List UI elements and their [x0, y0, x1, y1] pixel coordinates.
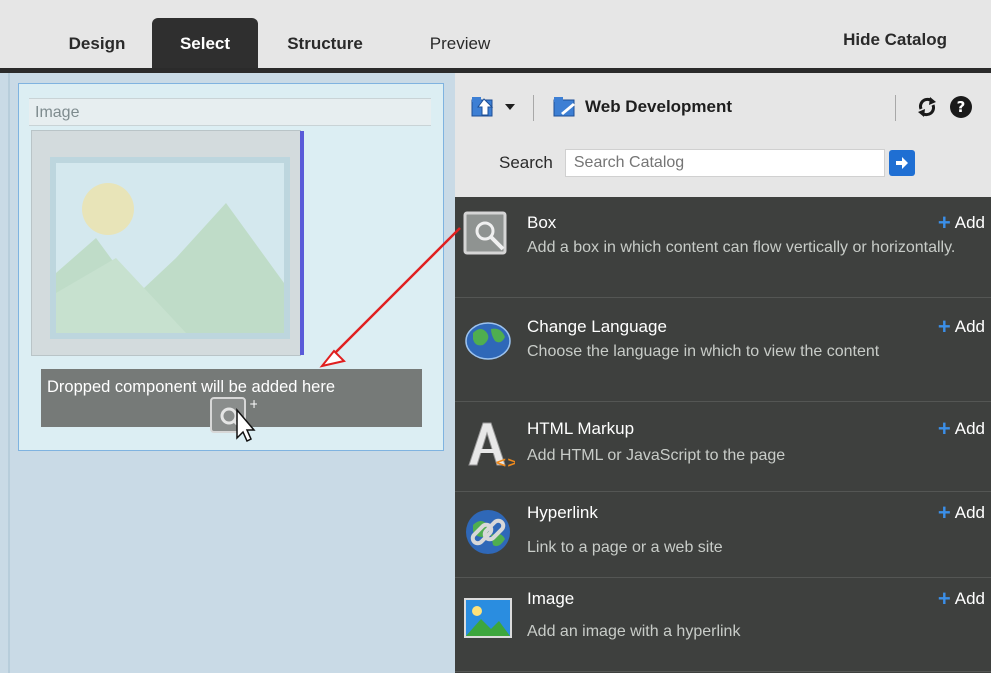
- plus-icon: +: [937, 500, 951, 525]
- image-icon: [464, 598, 512, 638]
- folder-icon: [553, 97, 575, 117]
- catalog-search-row: Search: [499, 145, 915, 181]
- box-wrench-icon: [463, 211, 507, 255]
- chevron-down-icon: [505, 104, 515, 110]
- catalog-item-description: Add a box in which content can flow vert…: [527, 239, 956, 256]
- catalog-item-image[interactable]: Image Add an image with a hyperlink + Add: [455, 579, 991, 672]
- catalog-toolbar: Web Development ?: [463, 89, 983, 125]
- refresh-icon: [918, 97, 936, 117]
- plus-icon: +: [937, 210, 951, 235]
- folder-dropdown-button[interactable]: [503, 91, 517, 123]
- drag-proxy: +: [209, 396, 259, 443]
- catalog-item-description: Link to a page or a web site: [527, 539, 723, 556]
- plus-icon: +: [937, 416, 951, 441]
- svg-text:+: +: [249, 397, 257, 411]
- arrow-right-icon: [895, 157, 908, 169]
- hyperlink-globe-icon: [466, 510, 510, 554]
- folder-up-icon: [471, 97, 494, 117]
- catalog-panel-header: Web Development ? Search: [455, 73, 991, 197]
- catalog-item-change-language[interactable]: Change Language Choose the language in w…: [455, 301, 991, 402]
- add-button[interactable]: + Add: [937, 500, 985, 525]
- catalog-item-hyperlink[interactable]: Hyperlink Link to a page or a web site +…: [455, 493, 991, 578]
- add-label: Add: [954, 589, 985, 608]
- search-go-button[interactable]: [888, 150, 915, 176]
- catalog-item-title: Image: [527, 589, 575, 608]
- toolbar-separator: [895, 95, 896, 121]
- refresh-button[interactable]: [915, 91, 939, 123]
- add-button[interactable]: + Add: [937, 210, 985, 235]
- catalog-item-description: Choose the language in which to view the…: [527, 343, 880, 360]
- add-label: Add: [954, 317, 985, 336]
- search-input[interactable]: [564, 149, 885, 177]
- svg-text:<>: <>: [495, 455, 515, 471]
- landscape-placeholder-icon: [56, 163, 284, 333]
- image-placeholder: [50, 157, 290, 339]
- catalog-item-title: Change Language: [527, 317, 667, 336]
- html-markup-icon: <>: [468, 422, 515, 471]
- globe-icon: [465, 322, 511, 360]
- folder-selector[interactable]: Web Development: [553, 91, 732, 123]
- catalog-item-description: Add an image with a hyperlink: [527, 623, 741, 640]
- help-icon: ?: [950, 96, 972, 118]
- plus-icon: +: [937, 314, 951, 339]
- toolbar-separator: [533, 95, 534, 121]
- plus-icon: +: [937, 586, 951, 611]
- search-label: Search: [499, 153, 553, 172]
- selection-edge-bar: [300, 131, 304, 355]
- add-button[interactable]: + Add: [937, 416, 985, 441]
- hide-catalog-link[interactable]: Hide Catalog: [843, 30, 947, 50]
- help-button[interactable]: ?: [949, 91, 973, 123]
- catalog-item-title: Box: [527, 213, 557, 232]
- add-label: Add: [954, 213, 985, 232]
- catalog-item-html-markup[interactable]: <> HTML Markup Add HTML or JavaScript to…: [455, 405, 991, 492]
- tab-preview[interactable]: Preview: [406, 18, 514, 69]
- design-canvas[interactable]: Image Dropped component will be added he…: [0, 73, 455, 673]
- canvas-left-edge: [8, 73, 10, 673]
- add-label: Add: [954, 419, 985, 438]
- catalog-item-title: HTML Markup: [527, 419, 635, 438]
- tab-structure[interactable]: Structure: [262, 18, 388, 69]
- add-button[interactable]: + Add: [937, 586, 985, 611]
- add-button[interactable]: + Add: [937, 314, 985, 339]
- component-header: Image: [29, 98, 431, 126]
- tab-select[interactable]: Select: [152, 18, 258, 69]
- dragging-box-icon: +: [210, 397, 259, 443]
- tab-design[interactable]: Design: [44, 18, 150, 69]
- top-tab-bar: Design Select Structure Preview Hide Cat…: [0, 0, 991, 73]
- catalog-list: Box Add a box in which content can flow …: [455, 197, 991, 673]
- folder-up-button[interactable]: [471, 91, 497, 123]
- image-placeholder-frame[interactable]: [31, 130, 304, 356]
- catalog-item-box[interactable]: Box Add a box in which content can flow …: [455, 197, 991, 298]
- catalog-item-description: Add HTML or JavaScript to the page: [527, 447, 786, 464]
- svg-text:?: ?: [957, 98, 966, 116]
- add-label: Add: [954, 503, 985, 522]
- catalog-item-title: Hyperlink: [527, 503, 598, 522]
- folder-label: Web Development: [585, 97, 733, 116]
